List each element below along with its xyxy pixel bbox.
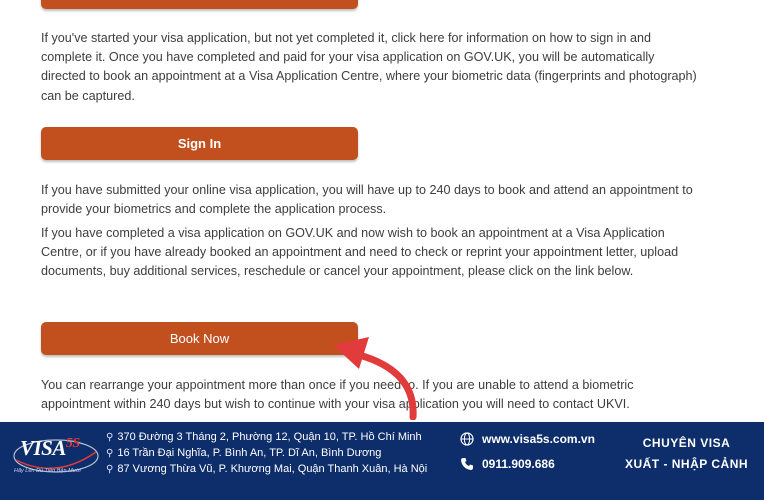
address-text: 370 Đường 3 Tháng 2, Phường 12, Quận 10,… bbox=[117, 431, 422, 443]
phone-link[interactable]: 0911.909.686 bbox=[460, 457, 555, 471]
cut-off-button[interactable] bbox=[41, 0, 358, 9]
globe-icon bbox=[460, 432, 474, 446]
address-line-3: ⚲ 87 Vương Thừa Vũ, P. Khương Mai, Quận … bbox=[106, 463, 427, 475]
tagline-line-1: CHUYÊN VISA bbox=[642, 436, 731, 450]
book-appointment-paragraph: If you have completed a visa application… bbox=[41, 226, 679, 279]
address-text: 16 Trần Đại Nghĩa, P. Bình An, TP. Dĩ An… bbox=[117, 447, 382, 459]
tagline-line-2: XUẤT - NHẬP CẢNH bbox=[624, 457, 749, 471]
logo-wordmark: VISA5S bbox=[20, 436, 80, 461]
main-content: If you've started your visa application,… bbox=[0, 0, 764, 422]
address-text: 87 Vương Thừa Vũ, P. Khương Mai, Quận Th… bbox=[117, 463, 428, 475]
sign-in-button[interactable]: Sign In bbox=[41, 127, 358, 160]
location-pin-icon: ⚲ bbox=[106, 447, 114, 459]
book-now-button[interactable]: Book Now bbox=[41, 322, 358, 355]
address-line-2: ⚲ 16 Trần Đại Nghĩa, P. Bình An, TP. Dĩ … bbox=[106, 447, 381, 459]
logo-text: VISA bbox=[20, 436, 66, 460]
logo-number: 5S bbox=[65, 436, 80, 451]
biometrics-deadline-paragraph: If you have submitted your online visa a… bbox=[41, 183, 693, 217]
website-text: www.visa5s.com.vn bbox=[482, 432, 595, 446]
phone-text: 0911.909.686 bbox=[482, 457, 555, 471]
phone-icon bbox=[461, 458, 473, 470]
pointer-arrow-icon bbox=[333, 337, 417, 420]
sign-in-info-paragraph: If you've started your visa application,… bbox=[41, 31, 697, 103]
location-pin-icon: ⚲ bbox=[106, 431, 114, 443]
location-pin-icon: ⚲ bbox=[106, 463, 114, 475]
website-link[interactable]: www.visa5s.com.vn bbox=[460, 432, 595, 446]
logo-slogan: Hãy Lên Đủ Tiền Bận Mười bbox=[14, 468, 81, 474]
address-line-1: ⚲ 370 Đường 3 Tháng 2, Phường 12, Quận 1… bbox=[106, 431, 422, 443]
